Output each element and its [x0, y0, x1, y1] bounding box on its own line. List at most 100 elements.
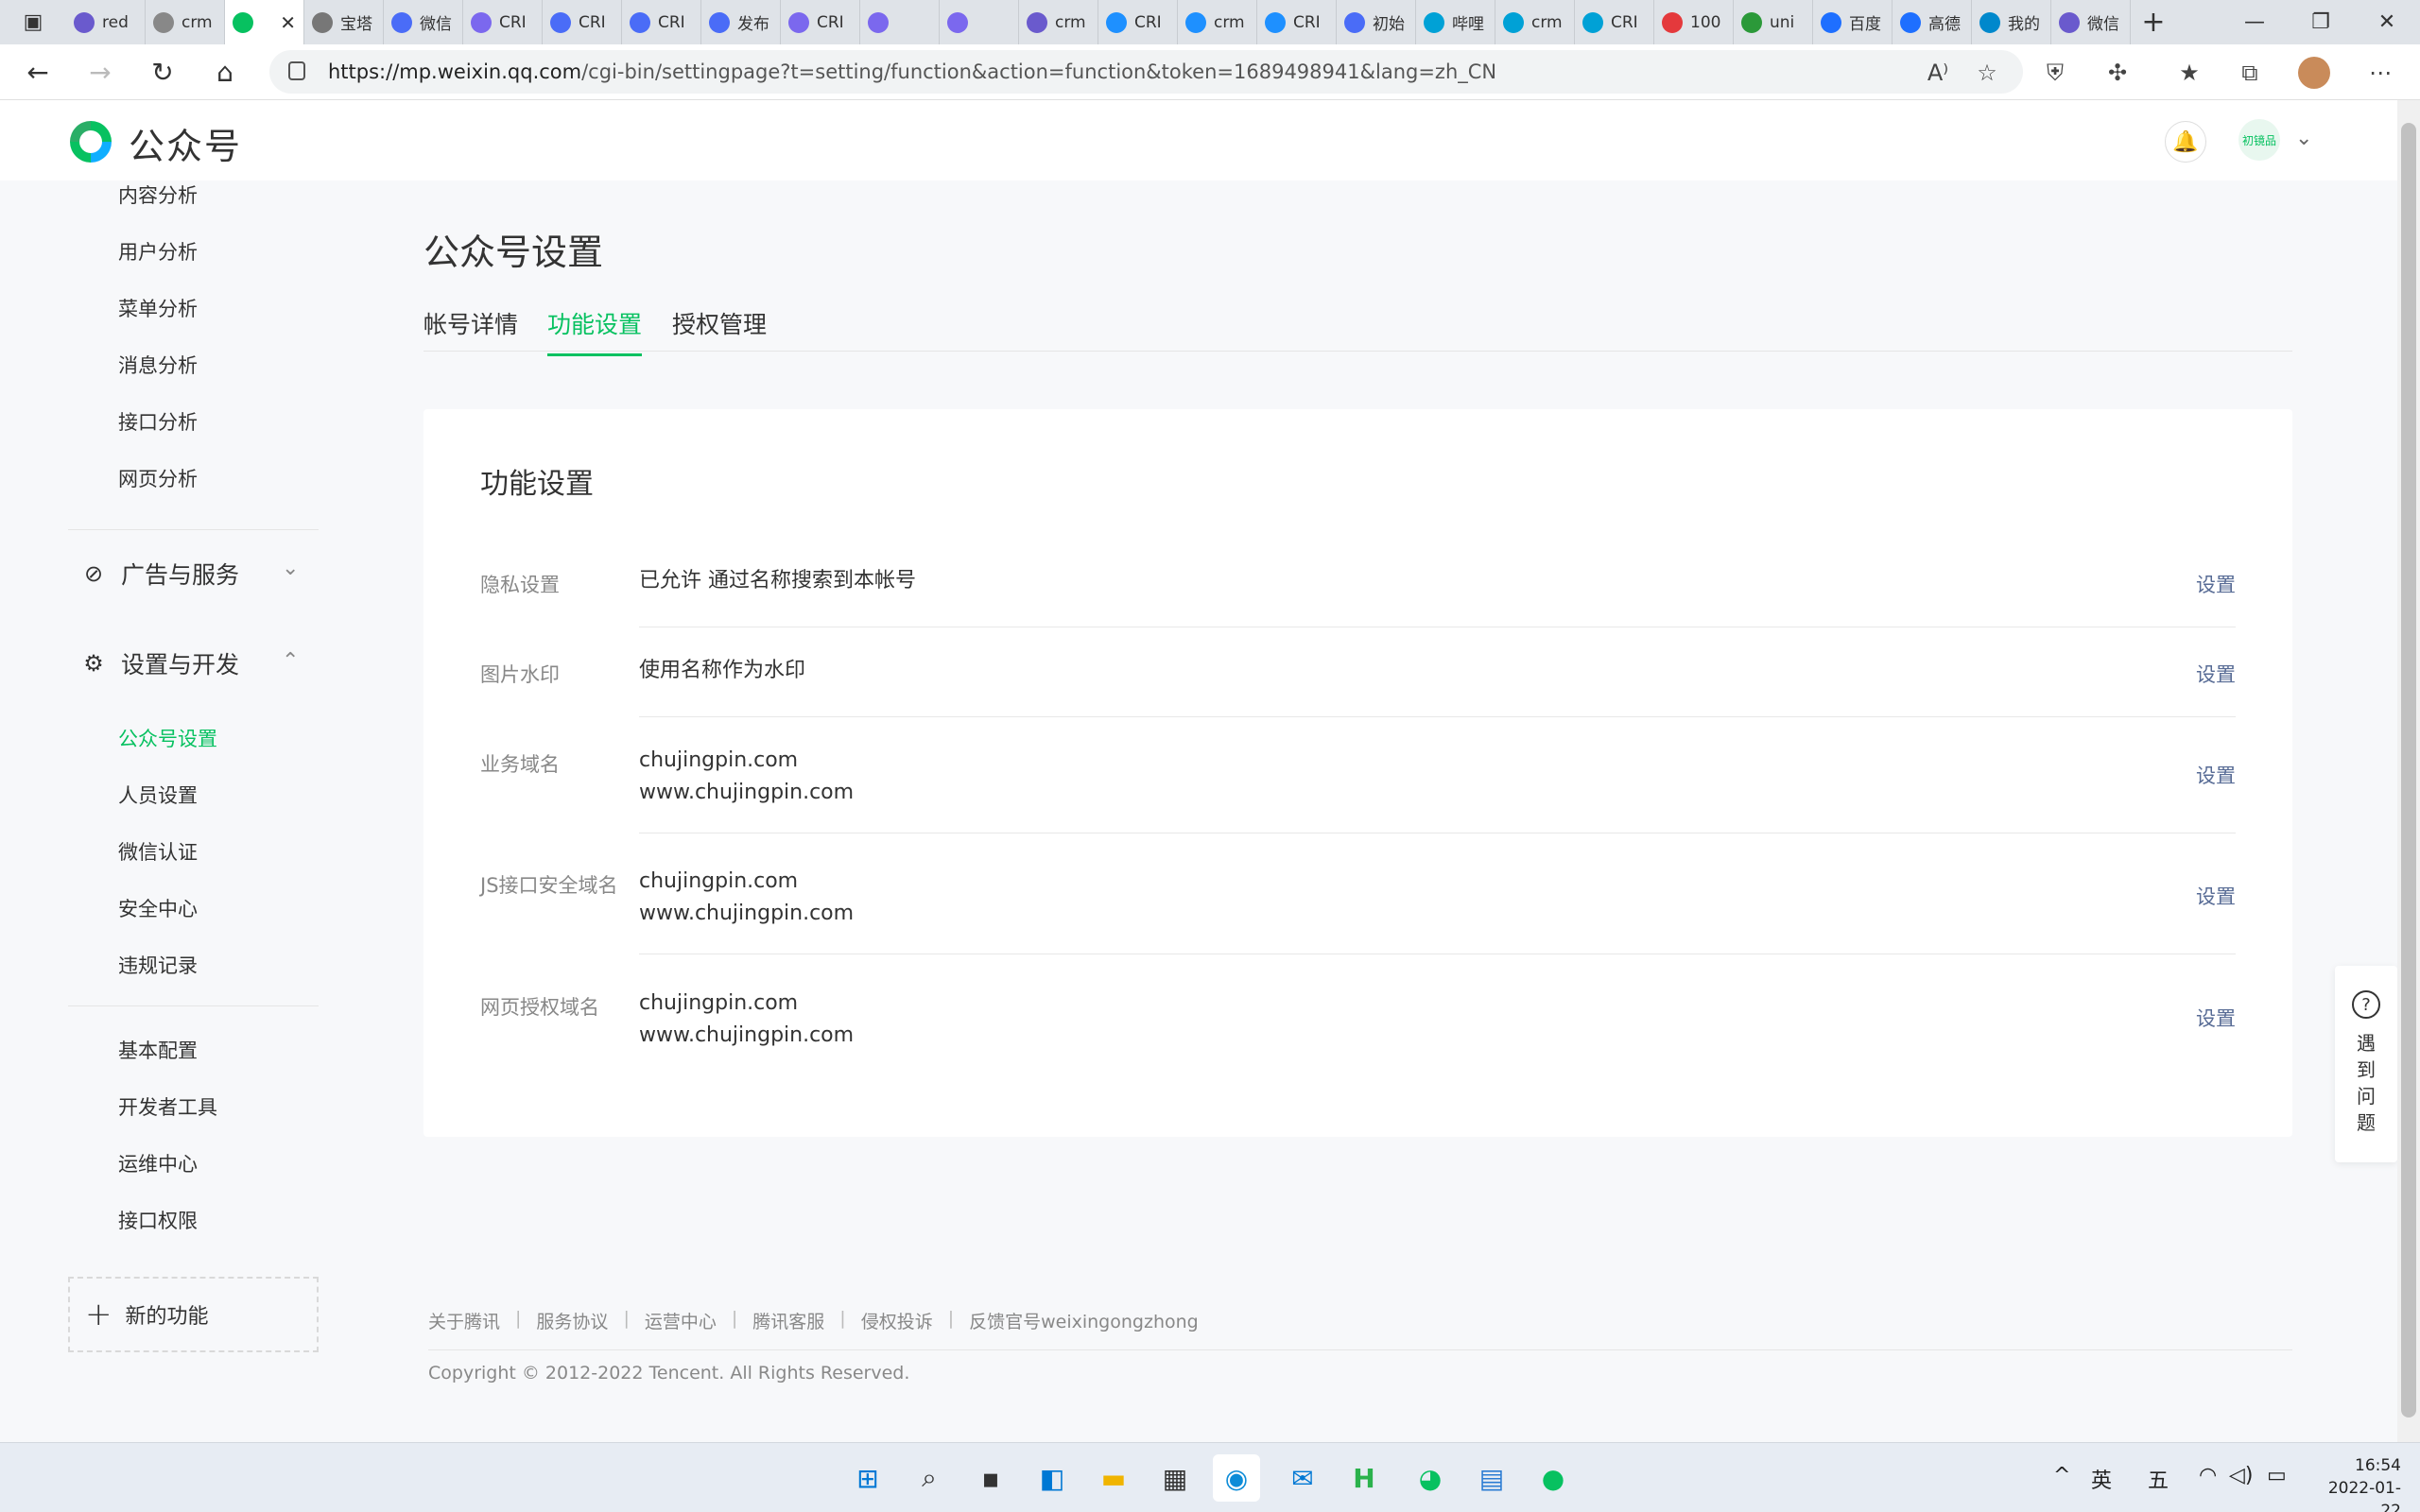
browser-tab[interactable]: 初始 — [1337, 0, 1416, 44]
start-icon[interactable]: ⊞ — [844, 1454, 891, 1502]
sidebar-item-user-analysis[interactable]: 用户分析 — [118, 237, 198, 266]
browser-tab[interactable]: CRI — [463, 0, 543, 44]
shield-icon[interactable]: ⛨ — [2027, 44, 2083, 100]
browser-tab[interactable]: crm — [1019, 0, 1098, 44]
sidebar-item-ops-center[interactable]: 运维中心 — [118, 1149, 198, 1177]
refresh-icon[interactable]: ↻ — [138, 47, 187, 96]
browser-tab[interactable]: CRI — [622, 0, 701, 44]
watermark-set-link[interactable]: 设置 — [2196, 660, 2236, 688]
browser-tab[interactable]: CRI — [781, 0, 860, 44]
volume-icon[interactable]: ◁) — [2229, 1464, 2254, 1487]
sidebar-item-staff-settings[interactable]: 人员设置 — [118, 781, 198, 809]
wechat-icon[interactable]: ● — [1530, 1454, 1577, 1502]
browser-tab[interactable]: 高德 — [1893, 0, 1972, 44]
sidebar-item-content-analysis[interactable]: 内容分析 — [118, 180, 198, 209]
sidebar-item-api-permissions[interactable]: 接口权限 — [118, 1206, 198, 1234]
notepad-icon[interactable]: ▤ — [1468, 1454, 1515, 1502]
add-favorite-icon[interactable]: ☆ — [1959, 44, 2015, 100]
new-tab-button[interactable]: + — [2131, 6, 2176, 39]
store-icon[interactable]: ▦ — [1151, 1454, 1199, 1502]
profile-avatar[interactable] — [2286, 44, 2342, 100]
help-button[interactable]: ? 遇到问题 — [2335, 966, 2397, 1162]
forward-icon[interactable]: → — [76, 47, 125, 96]
file-explorer-icon[interactable]: ▬ — [1090, 1454, 1137, 1502]
sidebar-item-developer-tools[interactable]: 开发者工具 — [118, 1092, 217, 1121]
browser-tab[interactable]: 微信 — [2051, 0, 2131, 44]
extensions-icon[interactable]: ✣ — [2089, 44, 2146, 100]
browser-tab[interactable]: CRI — [1575, 0, 1654, 44]
browser-tab[interactable]: ✕ — [225, 0, 304, 44]
chevron-down-icon[interactable]: ⌄ — [282, 557, 299, 580]
browser-tab[interactable] — [860, 0, 940, 44]
lock-icon[interactable] — [288, 61, 305, 80]
sidebar-group-ads[interactable]: ⊘ 广告与服务 — [79, 557, 239, 591]
chevron-down-icon[interactable]: ⌄ — [2295, 127, 2312, 150]
scrollbar-thumb[interactable] — [2401, 123, 2416, 1418]
home-icon[interactable]: ⌂ — [200, 47, 250, 96]
sidebar-item-message-analysis[interactable]: 消息分析 — [118, 351, 198, 379]
logo-text[interactable]: 公众号 — [129, 117, 242, 169]
business-domain-set-link[interactable]: 设置 — [2196, 761, 2236, 789]
favorites-icon[interactable]: ★ — [2161, 44, 2218, 100]
account-avatar[interactable]: 初镜品 — [2238, 119, 2280, 161]
tab-function-settings[interactable]: 功能设置 — [547, 306, 643, 356]
browser-tab[interactable]: crm — [1178, 0, 1257, 44]
sidebar-item-violation-records[interactable]: 违规记录 — [118, 951, 198, 979]
browser-tab[interactable]: crm — [1495, 0, 1575, 44]
browser-tab[interactable]: 微信 — [384, 0, 463, 44]
browser-tab[interactable]: uni — [1734, 0, 1813, 44]
tray-overflow-icon[interactable]: ^ — [2053, 1464, 2070, 1487]
back-icon[interactable]: ← — [13, 47, 62, 96]
browser-tab[interactable]: 宝塔 — [304, 0, 384, 44]
widgets-icon[interactable]: ◧ — [1028, 1454, 1076, 1502]
sidebar-group-settings[interactable]: ⚙ 设置与开发 — [79, 646, 239, 680]
js-domain-set-link[interactable]: 设置 — [2196, 882, 2236, 910]
ime-indicator[interactable]: 英 — [2091, 1464, 2112, 1494]
footer-link-ops[interactable]: 运营中心 — [645, 1308, 717, 1333]
minimize-icon[interactable]: — — [2221, 0, 2288, 44]
footer-link-terms[interactable]: 服务协议 — [536, 1308, 608, 1333]
collections-icon[interactable]: ⧉ — [2221, 44, 2278, 100]
url-input[interactable]: https://mp.weixin.qq.com/cgi-bin/setting… — [269, 50, 2023, 94]
wechat-devtools-icon[interactable]: ◕ — [1407, 1454, 1454, 1502]
sidebar-item-api-analysis[interactable]: 接口分析 — [118, 407, 198, 436]
wechat-mp-logo-icon[interactable] — [66, 117, 115, 166]
more-icon[interactable]: ⋯ — [2352, 44, 2409, 100]
task-view-icon[interactable]: ▪ — [967, 1454, 1014, 1502]
footer-link-about[interactable]: 关于腾讯 — [428, 1308, 500, 1333]
browser-tab[interactable]: CRI — [1257, 0, 1337, 44]
sidebar-item-basic-config[interactable]: 基本配置 — [118, 1036, 198, 1064]
clock[interactable]: 16:54 2022-01-22 — [2312, 1454, 2401, 1512]
page-scrollbar[interactable] — [2397, 100, 2420, 1442]
battery-icon[interactable]: ▭ — [2267, 1464, 2287, 1487]
new-feature-button[interactable]: + 新的功能 — [68, 1277, 319, 1352]
footer-link-support[interactable]: 腾讯客服 — [752, 1308, 824, 1333]
tab-close-icon[interactable]: ✕ — [280, 11, 296, 34]
browser-tab[interactable]: 发布 — [701, 0, 781, 44]
tab-actions-icon[interactable]: ▣ — [0, 0, 66, 47]
restore-icon[interactable]: ❐ — [2288, 0, 2354, 44]
wifi-icon[interactable]: ◠ — [2199, 1464, 2217, 1487]
browser-tab[interactable]: CRI — [1098, 0, 1178, 44]
browser-tab[interactable]: red — [66, 0, 146, 44]
sidebar-item-webpage-analysis[interactable]: 网页分析 — [118, 464, 198, 492]
sidebar-item-security-center[interactable]: 安全中心 — [118, 894, 198, 922]
search-icon[interactable]: ⌕ — [906, 1454, 953, 1502]
oauth-domain-set-link[interactable]: 设置 — [2196, 1004, 2236, 1032]
sidebar-item-wechat-verification[interactable]: 微信认证 — [118, 837, 198, 866]
bell-icon[interactable]: 🔔 — [2165, 121, 2206, 163]
tab-account-details[interactable]: 帐号详情 — [424, 306, 518, 353]
footer-link-complaint[interactable]: 侵权投诉 — [861, 1308, 933, 1333]
read-aloud-icon[interactable]: A⁾ — [1910, 44, 1966, 100]
browser-tab[interactable]: 100 — [1654, 0, 1734, 44]
edge-icon[interactable]: ◉ — [1213, 1454, 1260, 1502]
browser-tab[interactable]: CRI — [543, 0, 622, 44]
sidebar-item-menu-analysis[interactable]: 菜单分析 — [118, 294, 198, 322]
browser-tab[interactable] — [940, 0, 1019, 44]
browser-tab[interactable]: 百度 — [1813, 0, 1893, 44]
tab-authorization[interactable]: 授权管理 — [672, 306, 767, 353]
browser-tab[interactable]: 哔哩 — [1416, 0, 1495, 44]
hbuilder-icon[interactable]: H — [1340, 1454, 1388, 1502]
browser-tab[interactable]: crm — [146, 0, 225, 44]
privacy-set-link[interactable]: 设置 — [2196, 570, 2236, 598]
